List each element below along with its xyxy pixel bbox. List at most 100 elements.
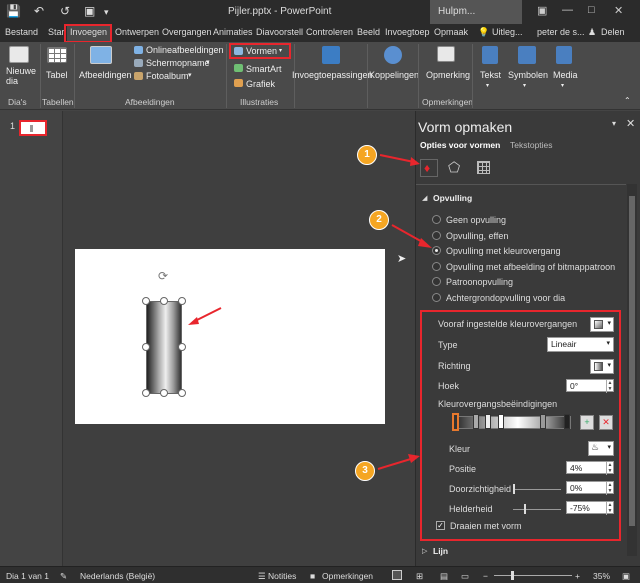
tab-beeld[interactable]: Beeld — [357, 27, 380, 37]
resize-handle[interactable] — [178, 389, 186, 397]
pillar-shape[interactable] — [146, 301, 182, 394]
close-icon[interactable]: ✕ — [614, 4, 623, 17]
effects-pentagon-icon[interactable]: ⬠ — [448, 159, 460, 176]
text-button[interactable]: Tekst — [480, 70, 501, 80]
links-icon[interactable] — [384, 46, 402, 64]
links-button[interactable]: Koppelingen — [369, 70, 419, 80]
scrollbar-thumb[interactable] — [629, 196, 635, 526]
shapes-dropdown-icon[interactable]: ▾ — [279, 47, 282, 54]
table-icon[interactable] — [47, 47, 67, 63]
size-properties-icon[interactable] — [477, 161, 490, 174]
table-button[interactable]: Tabel — [46, 70, 68, 80]
resize-handle[interactable] — [160, 297, 168, 305]
minimize-icon[interactable]: — — [562, 4, 573, 16]
photo-album-dropdown-icon[interactable]: ▾ — [188, 71, 192, 79]
transparency-input[interactable]: 0% ▲ ▼ — [566, 481, 614, 495]
gradient-stop[interactable] — [473, 414, 479, 429]
media-dropdown-icon[interactable]: ▾ — [561, 82, 564, 89]
new-slide-button[interactable]: Nieuwe dia — [6, 66, 38, 86]
addins-button[interactable]: Invoegtoepassingen — [292, 70, 373, 80]
text-icon[interactable] — [482, 46, 498, 64]
slide-canvas[interactable]: ⟳ — [75, 249, 385, 424]
screenshot-button[interactable]: Schermopname — [146, 58, 210, 68]
slide-thumbnail[interactable] — [19, 120, 47, 136]
tab-invoegtoepassingen[interactable]: Invoegtoep — [385, 27, 430, 37]
zoom-slider-thumb[interactable] — [511, 571, 514, 580]
media-button[interactable]: Media — [553, 70, 578, 80]
screenshot-dropdown-icon[interactable]: ▾ — [206, 58, 210, 66]
radio-pattern-fill[interactable] — [432, 277, 441, 286]
gradient-stop[interactable] — [485, 414, 491, 429]
symbols-dropdown-icon[interactable]: ▾ — [523, 82, 526, 89]
zoom-in-icon[interactable]: + — [575, 571, 580, 581]
position-input[interactable]: 4% ▲ ▼ — [566, 461, 614, 475]
zoom-level[interactable]: 35% — [593, 571, 610, 581]
pane-scrollbar[interactable] — [627, 184, 637, 556]
spellcheck-icon[interactable]: ✎ — [60, 571, 67, 582]
tab-invoegen[interactable]: Invoegen — [67, 25, 111, 42]
gradient-stops-bar[interactable] — [453, 416, 571, 429]
pane-options-icon[interactable]: ▾ — [612, 119, 616, 128]
rotate-handle-icon[interactable]: ⟳ — [156, 269, 170, 283]
smartart-button[interactable]: SmartArt — [246, 64, 282, 74]
photo-album-button[interactable]: Fotoalbum — [146, 71, 189, 81]
slideshow-icon[interactable]: ▭ — [461, 571, 469, 582]
fit-to-window-icon[interactable]: ▣ — [622, 571, 630, 582]
ribbon-options-icon[interactable]: ▣ — [537, 4, 547, 17]
color-picker-dropdown[interactable]: ♨ ▾ — [588, 441, 614, 456]
tab-start[interactable]: Start — [48, 27, 65, 37]
notes-button[interactable]: Notities — [268, 571, 296, 581]
transparency-slider-thumb[interactable] — [513, 484, 515, 494]
comments-button[interactable]: Opmerkingen — [322, 571, 373, 581]
radio-background-fill[interactable] — [432, 293, 441, 302]
direction-dropdown[interactable]: ▾ — [590, 359, 614, 374]
share-icon[interactable]: ♟ — [588, 27, 596, 38]
text-dropdown-icon[interactable]: ▾ — [486, 82, 489, 89]
remove-gradient-stop-icon[interactable]: ✕ — [599, 415, 613, 430]
tab-animaties[interactable]: Animaties — [213, 27, 253, 37]
brightness-slider[interactable] — [513, 509, 561, 510]
undo-icon[interactable]: ↶ — [34, 4, 44, 18]
tell-me-input[interactable]: Uitleg... — [492, 27, 523, 37]
brightness-spinner[interactable]: ▲ ▼ — [606, 502, 613, 515]
zoom-slider[interactable] — [494, 575, 572, 576]
language-indicator[interactable]: Nederlands (België) — [80, 571, 155, 581]
tab-ontwerpen[interactable]: Ontwerpen — [115, 27, 159, 37]
add-gradient-stop-icon[interactable]: + — [580, 415, 594, 430]
tab-shape-options[interactable]: Opties voor vormen — [420, 140, 500, 150]
comment-icon[interactable] — [437, 46, 455, 62]
resize-handle[interactable] — [142, 297, 150, 305]
type-dropdown[interactable]: Lineair ▾ — [547, 337, 614, 352]
resize-handle[interactable] — [142, 389, 150, 397]
tab-controleren[interactable]: Controleren — [306, 27, 353, 37]
online-pictures-button[interactable]: Onlineafbeeldingen — [146, 45, 224, 55]
media-icon[interactable] — [556, 46, 572, 64]
zoom-out-icon[interactable]: − — [483, 571, 488, 581]
addins-icon[interactable] — [322, 46, 340, 64]
collapse-ribbon-icon[interactable]: ⌃ — [624, 96, 631, 105]
gradient-stop[interactable] — [540, 414, 546, 429]
chart-button[interactable]: Grafiek — [246, 79, 275, 89]
gradient-stop-selected[interactable] — [452, 413, 459, 431]
transparency-slider[interactable] — [513, 489, 561, 490]
transparency-spinner[interactable]: ▲ ▼ — [606, 482, 613, 495]
brightness-slider-thumb[interactable] — [524, 504, 526, 514]
tab-bestand[interactable]: Bestand — [5, 27, 38, 37]
angle-spinner[interactable]: ▲ ▼ — [606, 380, 613, 393]
tab-opmaak[interactable]: Opmaak — [434, 27, 468, 37]
section-line-header[interactable]: Lijn — [433, 546, 448, 556]
comment-button[interactable]: Opmerking — [426, 70, 470, 80]
share-button[interactable]: Delen — [601, 27, 625, 37]
resize-handle[interactable] — [160, 389, 168, 397]
section-fill-header[interactable]: Opvulling — [433, 193, 472, 203]
pictures-button[interactable]: Afbeeldingen — [79, 70, 132, 80]
user-name[interactable]: peter de s... — [537, 27, 585, 37]
symbols-icon[interactable] — [518, 46, 536, 64]
save-icon[interactable]: 💾 — [6, 4, 21, 18]
tab-text-options[interactable]: Tekstopties — [510, 140, 553, 150]
angle-input[interactable]: 0° ▲ ▼ — [566, 379, 614, 393]
redo-icon[interactable]: ↺ — [60, 4, 70, 18]
gradient-stop[interactable] — [498, 414, 504, 429]
reading-view-icon[interactable]: ▤ — [440, 571, 448, 582]
shapes-button[interactable]: Vormen — [246, 46, 277, 56]
